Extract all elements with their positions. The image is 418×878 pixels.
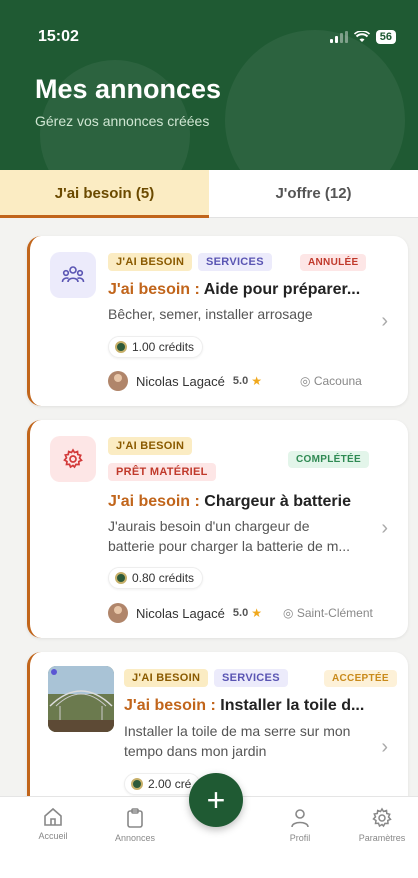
card-title: J'ai besoin : Installer la toile d... — [124, 697, 374, 715]
title-text: Chargeur à batterie — [204, 493, 351, 510]
chevron-right-icon: › — [381, 517, 388, 539]
wifi-icon — [353, 31, 370, 42]
nav-ads[interactable]: Annonces — [100, 807, 170, 843]
status-badge: ANNULÉE — [300, 254, 367, 271]
card-description: Bêcher, semer, installer arrosage — [108, 306, 313, 322]
title-text: Aide pour préparer... — [203, 281, 361, 298]
title-prefix: J'ai besoin : — [124, 697, 216, 714]
status-badge: ACCEPTÉE — [324, 670, 397, 687]
location-text: Cacouna — [313, 374, 362, 388]
credits-text: 1.00 crédits — [132, 340, 195, 354]
tab-need[interactable]: J'ai besoin (5) — [0, 170, 209, 218]
credits-chip: 1.00 crédits — [108, 336, 204, 358]
chevron-right-icon: › — [381, 736, 388, 758]
avatar — [108, 603, 128, 623]
card-description: Installer la toile de ma serre sur mon t… — [124, 721, 350, 761]
rating: 5.0 — [232, 375, 249, 387]
status-bar: 15:02 56 — [38, 26, 396, 48]
avatar — [108, 371, 128, 391]
user-name: Nicolas Lagacé — [136, 605, 225, 621]
credits-chip: 0.80 crédits — [108, 567, 204, 589]
home-icon — [44, 807, 62, 826]
user-row: Nicolas Lagacé 5.0 ★ — [108, 371, 262, 391]
nav-ads-label: Annonces — [114, 833, 156, 843]
location-text: Saint-Clément — [296, 606, 373, 620]
description-line: tempo dans mon jardin — [124, 743, 267, 759]
credits-text: 0.80 crédits — [132, 571, 195, 585]
nav-home-label: Accueil — [38, 831, 68, 841]
nav-home[interactable]: Accueil — [18, 807, 88, 841]
user-row: Nicolas Lagacé 5.0 ★ — [108, 603, 262, 623]
credit-coin-icon — [115, 341, 127, 353]
nav-settings-label: Paramètres — [358, 833, 406, 843]
category-badge: J'AI BESOIN — [108, 253, 193, 271]
page-subtitle: Gérez vos annonces créées — [35, 113, 210, 129]
tab-bar: J'ai besoin (5) J'offre (12) — [0, 170, 418, 218]
settings-gear-icon — [372, 807, 392, 828]
add-listing-button[interactable]: + — [189, 773, 243, 827]
location: ◎ Cacouna — [300, 374, 362, 388]
status-badge: COMPLÉTÉE — [288, 451, 369, 468]
listing-card[interactable]: J'AI BESOIN PRÊT MATÉRIEL COMPLÉTÉE J'ai… — [27, 420, 408, 638]
battery-icon: 56 — [375, 30, 396, 44]
category-badge: J'AI BESOIN — [124, 669, 209, 687]
nav-settings[interactable]: Paramètres — [347, 807, 417, 843]
location-pin-icon: ◎ — [283, 606, 297, 620]
chevron-right-icon: › — [381, 310, 388, 332]
credit-coin-icon — [115, 572, 127, 584]
listing-card[interactable]: J'AI BESOIN SERVICES ANNULÉE J'ai besoin… — [27, 236, 408, 406]
type-badge: SERVICES — [198, 253, 272, 271]
rating: 5.0 — [232, 607, 249, 619]
page-title: Mes annonces — [35, 74, 222, 104]
tab-offer[interactable]: J'offre (12) — [209, 170, 418, 217]
location: ◎ Saint-Clément — [283, 606, 373, 620]
credits-chip: 2.00 cré — [124, 773, 201, 795]
signal-icon — [329, 31, 348, 43]
location-pin-icon: ◎ — [300, 374, 314, 388]
status-time: 15:02 — [38, 28, 79, 45]
clipboard-icon — [127, 808, 143, 828]
star-icon: ★ — [251, 374, 262, 388]
nav-profile-label: Profil — [289, 833, 311, 843]
credit-coin-icon — [131, 778, 143, 790]
type-badge: SERVICES — [214, 669, 288, 687]
status-icons: 56 — [329, 30, 396, 44]
type-badge: PRÊT MATÉRIEL — [108, 463, 216, 481]
card-title: J'ai besoin : Chargeur à batterie — [108, 493, 378, 511]
user-name: Nicolas Lagacé — [136, 373, 225, 389]
header-decoration — [225, 30, 405, 170]
title-text: Installer la toile d... — [220, 697, 365, 714]
header: 15:02 56 Mes annonces Gérez vos annonces… — [0, 0, 418, 170]
category-badge: J'AI BESOIN — [108, 437, 193, 455]
star-icon: ★ — [251, 606, 262, 620]
card-title: J'ai besoin : Aide pour préparer... — [108, 281, 368, 299]
description-line: J'aurais besoin d'un chargeur de — [108, 518, 310, 534]
description-line: Installer la toile de ma serre sur mon — [124, 723, 351, 739]
nav-profile[interactable]: Profil — [265, 807, 335, 843]
people-icon — [50, 252, 96, 298]
credits-text: 2.00 cré — [148, 777, 192, 791]
title-prefix: J'ai besoin : — [108, 493, 200, 510]
card-description: J'aurais besoin d'un chargeur de batteri… — [108, 516, 350, 556]
user-icon — [291, 809, 309, 828]
greenhouse-photo — [48, 666, 114, 732]
description-line: batterie pour charger la batterie de m..… — [108, 538, 351, 554]
title-prefix: J'ai besoin : — [108, 281, 200, 298]
gear-icon — [50, 436, 96, 482]
